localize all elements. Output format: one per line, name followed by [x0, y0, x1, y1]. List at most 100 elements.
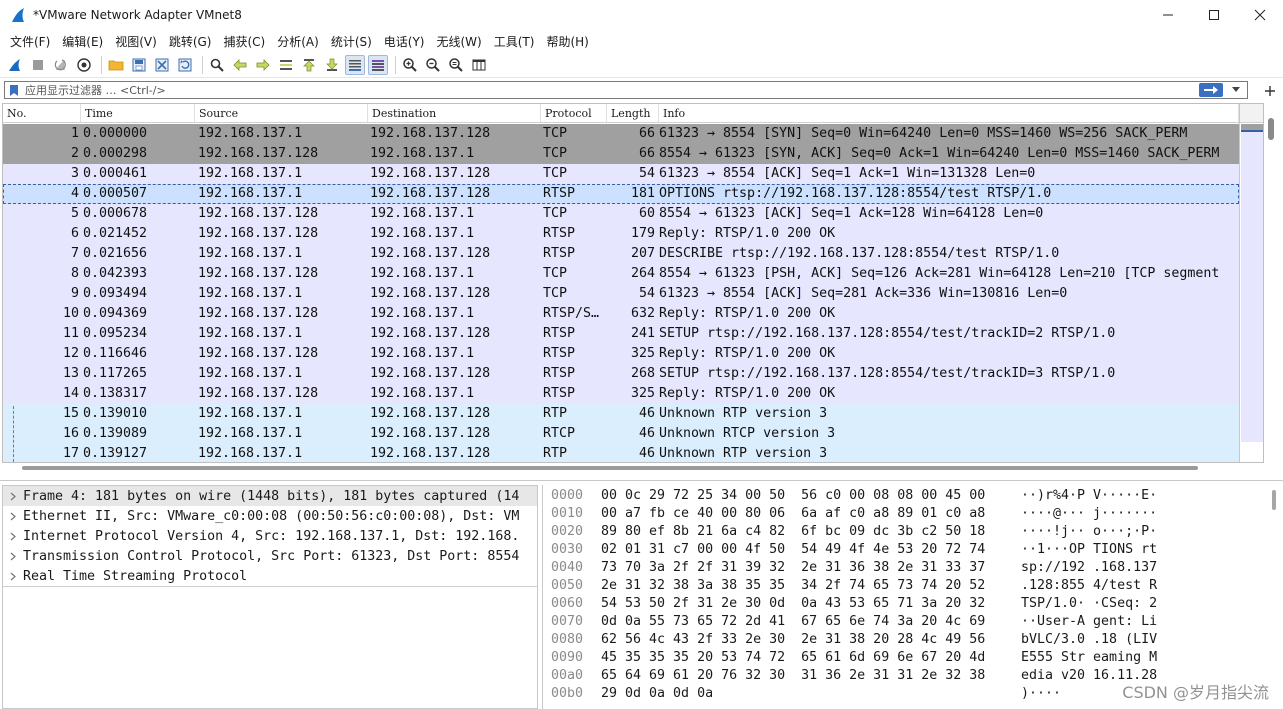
chevron-right-icon[interactable] [3, 532, 23, 541]
add-filter-button[interactable] [1265, 81, 1275, 100]
zoom-in-button[interactable] [400, 55, 420, 75]
byte-row[interactable]: 0070 0d 0a 55 73 65 72 2d 41 67 65 6e 74 … [543, 613, 1283, 631]
byte-row[interactable]: 0010 00 a7 fb ce 40 00 80 06 6a af c0 a8 … [543, 505, 1283, 523]
menu-go[interactable]: 跳转(G) [163, 33, 218, 50]
column-length[interactable]: Length [607, 104, 659, 122]
first-packet-icon [303, 58, 315, 71]
menu-telephony[interactable]: 电话(Y) [378, 33, 431, 50]
find-packet-button[interactable] [207, 55, 227, 75]
byte-row[interactable]: 0060 54 53 50 2f 31 2e 30 0d 0a 43 53 65 … [543, 595, 1283, 613]
packet-row[interactable]: 15 0.139010 192.168.137.1 192.168.137.128 RT… [3, 404, 1239, 424]
column-protocol[interactable]: Protocol [541, 104, 607, 122]
byte-row[interactable]: 0000 00 0c 29 72 25 34 00 50 56 c0 00 08 … [543, 487, 1283, 505]
restart-capture-button[interactable] [51, 55, 71, 75]
detail-tree-item[interactable]: Internet Protocol Version 4, Src: 192.16… [3, 526, 537, 546]
packet-minimap[interactable] [1239, 104, 1263, 462]
pane-splitter[interactable] [0, 480, 1283, 481]
packet-info: 61323 → 8554 [SYN] Seq=0 Win=64240 Len=0… [659, 126, 1188, 141]
filter-bookmark-button[interactable] [7, 82, 21, 98]
detail-tree-item[interactable]: Real Time Streaming Protocol [3, 566, 537, 586]
maximize-button[interactable] [1191, 0, 1237, 30]
display-filter-input[interactable]: 应用显示过滤器 … <Ctrl-/> [4, 81, 1248, 99]
menu-file[interactable]: 文件(F) [4, 33, 56, 50]
column-no[interactable]: No. [3, 104, 81, 122]
save-file-button[interactable] [129, 55, 149, 75]
selected-packet-row[interactable]: 4 0.000507 192.168.137.1 192.168.137.128 RTS… [3, 184, 1239, 204]
byte-row[interactable]: 0020 89 80 ef 8b 21 6a c4 82 6f bc 09 dc … [543, 523, 1283, 541]
packet-list-hscroll[interactable] [22, 466, 1198, 470]
go-last-packet-button[interactable] [322, 55, 342, 75]
packet-row[interactable]: 17 0.139127 192.168.137.1 192.168.137.128 RT… [3, 444, 1239, 462]
packet-row[interactable]: 11 0.095234 192.168.137.1 192.168.137.128 RT… [3, 324, 1239, 344]
packet-row[interactable]: 2 0.000298 192.168.137.128 192.168.137.1 TCP… [3, 144, 1239, 164]
close-file-button[interactable] [152, 55, 172, 75]
column-source[interactable]: Source [195, 104, 368, 122]
byte-row[interactable]: 0090 45 35 35 35 20 53 74 72 65 61 6d 69 … [543, 649, 1283, 667]
go-forward-button[interactable] [253, 55, 273, 75]
packet-row[interactable]: 8 0.042393 192.168.137.128 192.168.137.1 TCP… [3, 264, 1239, 284]
column-info[interactable]: Info [659, 104, 1239, 122]
packet-row[interactable]: 6 0.021452 192.168.137.128 192.168.137.1 RTS… [3, 224, 1239, 244]
detail-tree-item[interactable]: Ethernet II, Src: VMware_c0:00:08 (00:50… [3, 506, 537, 526]
byte-row[interactable]: 0040 73 70 3a 2f 2f 31 39 32 2e 31 36 38 … [543, 559, 1283, 577]
zoom-out-button[interactable] [423, 55, 443, 75]
byte-row[interactable]: 0050 2e 31 32 38 3a 38 35 35 34 2f 74 65 … [543, 577, 1283, 595]
chevron-right-icon[interactable] [3, 572, 23, 581]
menu-help[interactable]: 帮助(H) [540, 33, 594, 50]
menu-wireless[interactable]: 无线(W) [431, 33, 488, 50]
packet-row[interactable]: 5 0.000678 192.168.137.128 192.168.137.1 TCP… [3, 204, 1239, 224]
packet-destination: 192.168.137.1 [370, 346, 475, 361]
apply-filter-button[interactable] [1199, 83, 1223, 97]
packet-no: 16 [62, 426, 79, 441]
column-destination[interactable]: Destination [368, 104, 541, 122]
menu-tools[interactable]: 工具(T) [488, 33, 541, 50]
minimize-button[interactable] [1145, 0, 1191, 30]
colorize-toggle[interactable] [368, 54, 388, 75]
chevron-right-icon[interactable] [3, 492, 23, 501]
packet-row[interactable]: 7 0.021656 192.168.137.1 192.168.137.128 RTS… [3, 244, 1239, 264]
packet-row[interactable]: 10 0.094369 192.168.137.128 192.168.137.1 RT… [3, 304, 1239, 324]
stop-capture-button[interactable] [28, 55, 48, 75]
packet-row[interactable]: 14 0.138317 192.168.137.128 192.168.137.1 RT… [3, 384, 1239, 404]
packet-source: 192.168.137.1 [198, 446, 303, 461]
packet-length: 241 [630, 326, 655, 341]
go-back-button[interactable] [230, 55, 250, 75]
menu-capture[interactable]: 捕获(C) [217, 33, 271, 50]
menu-edit[interactable]: 编辑(E) [56, 33, 109, 50]
chevron-right-icon[interactable] [3, 552, 23, 561]
autoscroll-toggle[interactable] [345, 54, 365, 75]
open-file-button[interactable] [106, 55, 126, 75]
go-to-packet-button[interactable] [276, 55, 296, 75]
filter-history-dropdown[interactable] [1229, 84, 1243, 96]
packet-row[interactable]: 13 0.117265 192.168.137.1 192.168.137.128 RT… [3, 364, 1239, 384]
zoom-reset-button[interactable] [446, 55, 466, 75]
start-capture-button[interactable] [5, 55, 25, 75]
byte-row[interactable]: 0080 62 56 4c 43 2f 33 2e 30 2e 31 38 20 … [543, 631, 1283, 649]
close-button[interactable] [1237, 0, 1283, 30]
resize-columns-button[interactable] [469, 55, 489, 75]
menu-analyze[interactable]: 分析(A) [271, 33, 325, 50]
byte-row[interactable]: 0030 02 01 31 c7 00 00 4f 50 54 49 4f 4e … [543, 541, 1283, 559]
detail-tree-item[interactable]: Transmission Control Protocol, Src Port:… [3, 546, 537, 566]
packet-protocol: TCP [543, 166, 568, 181]
packet-row[interactable]: 9 0.093494 192.168.137.1 192.168.137.128 TCP… [3, 284, 1239, 304]
packet-list-vscroll[interactable] [1268, 118, 1274, 140]
reload-file-button[interactable] [175, 55, 195, 75]
packet-row[interactable]: 12 0.116646 192.168.137.128 192.168.137.1 RT… [3, 344, 1239, 364]
column-time[interactable]: Time [81, 104, 195, 122]
packet-row[interactable]: 16 0.139089 192.168.137.1 192.168.137.128 RT… [3, 424, 1239, 444]
byte-ascii: .128:855 4/test R [1021, 578, 1158, 593]
chevron-right-icon[interactable] [3, 512, 23, 521]
menu-view[interactable]: 视图(V) [109, 33, 163, 50]
menu-statistics[interactable]: 统计(S) [325, 33, 378, 50]
packet-rows: 1 0.000000 192.168.137.1 192.168.137.128 TCP… [3, 124, 1239, 462]
packet-no: 3 [70, 166, 79, 181]
bytes-scroll[interactable] [1272, 490, 1276, 510]
packet-row[interactable]: 3 0.000461 192.168.137.1 192.168.137.128 TCP… [3, 164, 1239, 184]
packet-source: 192.168.137.1 [198, 426, 303, 441]
detail-tree-item[interactable]: Frame 4: 181 bytes on wire (1448 bits), … [3, 486, 537, 506]
packet-info: Reply: RTSP/1.0 200 OK [659, 306, 836, 321]
packet-row[interactable]: 1 0.000000 192.168.137.1 192.168.137.128 TCP… [3, 124, 1239, 144]
capture-options-button[interactable] [74, 55, 94, 75]
go-first-packet-button[interactable] [299, 55, 319, 75]
